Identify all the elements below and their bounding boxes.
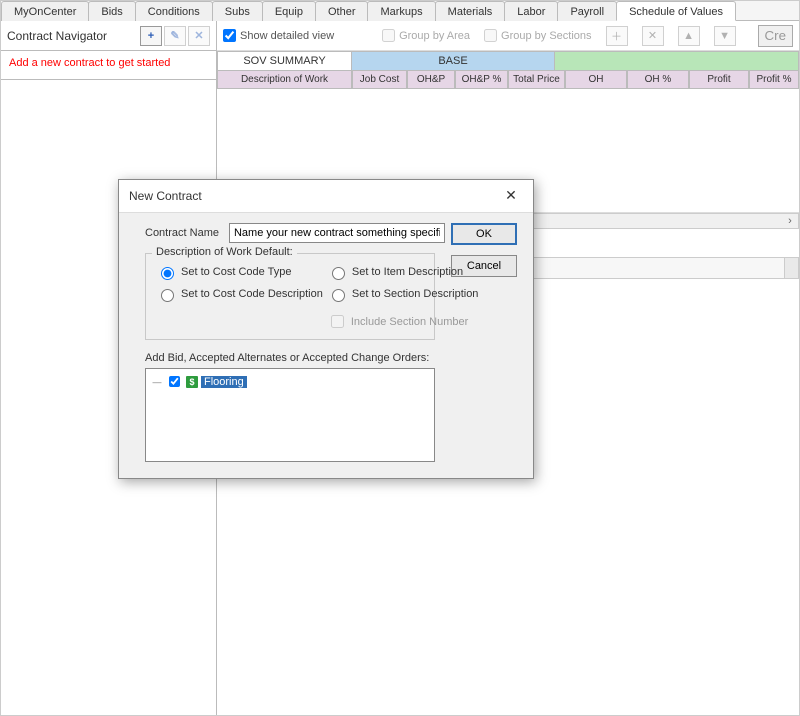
col-total-price[interactable]: Total Price (508, 71, 565, 89)
group-by-sections-input[interactable] (484, 29, 497, 42)
radio-section-desc-label: Set to Section Description (352, 288, 479, 300)
group-by-sections-label: Group by Sections (501, 30, 592, 42)
include-section-number-input (331, 315, 344, 328)
col-oh[interactable]: OH (565, 71, 627, 89)
tab-schedule-of-values[interactable]: Schedule of Values (616, 1, 736, 21)
contract-name-input[interactable] (229, 223, 445, 243)
dialog-body: OK Cancel Contract Name Description of W… (119, 213, 533, 478)
group-header-sov: SOV SUMMARY (217, 51, 352, 71)
group-header-base: BASE (352, 51, 555, 71)
description-default-legend: Description of Work Default: (152, 246, 297, 258)
radio-cost-code-type-input[interactable] (161, 267, 174, 280)
col-ohp[interactable]: OH&P (407, 71, 455, 89)
tab-other[interactable]: Other (315, 1, 369, 21)
tree-item-checkbox[interactable] (169, 376, 180, 387)
new-contract-dialog: New Contract ✕ OK Cancel Contract Name D… (118, 179, 534, 479)
radio-cost-code-desc-input[interactable] (161, 289, 174, 302)
sidebar-header: Contract Navigator + ✎ ✕ (1, 21, 216, 51)
tab-conditions[interactable]: Conditions (135, 1, 213, 21)
grid-group-header-row: SOV SUMMARY BASE (217, 51, 799, 71)
tab-labor[interactable]: Labor (504, 1, 558, 21)
radio-item-description-input[interactable] (332, 267, 345, 280)
group-by-area-checkbox[interactable]: Group by Area (382, 29, 470, 42)
group-by-area-label: Group by Area (399, 30, 470, 42)
include-section-number-label: Include Section Number (351, 316, 468, 328)
grid-column-header-row: Description of Work Job Cost OH&P OH&P %… (217, 71, 799, 89)
sidebar-toolbar: + ✎ ✕ (140, 26, 210, 46)
radio-section-desc-input[interactable] (332, 289, 345, 302)
add-bid-label: Add Bid, Accepted Alternates or Accepted… (145, 352, 515, 364)
group-header-rest (555, 51, 799, 71)
tree-expand-icon[interactable]: — (152, 377, 162, 387)
col-description[interactable]: Description of Work (217, 71, 352, 89)
sidebar-title: Contract Navigator (7, 29, 140, 43)
col-profit-pct[interactable]: Profit % (749, 71, 799, 89)
tree-item-flooring[interactable]: — $ Flooring (152, 373, 428, 390)
tab-strip: MyOnCenterBidsConditionsSubsEquipOtherMa… (1, 1, 799, 21)
scroll-right-arrow[interactable]: › (782, 215, 798, 227)
radio-item-description[interactable]: Set to Item Description (327, 264, 479, 280)
show-detailed-input[interactable] (223, 29, 236, 42)
col-profit[interactable]: Profit (689, 71, 749, 89)
radio-cost-code-desc[interactable]: Set to Cost Code Description (156, 286, 323, 302)
group-by-area-input[interactable] (382, 29, 395, 42)
lower-toolbar-end (784, 258, 798, 278)
add-row-button[interactable]: ＋ (606, 26, 628, 46)
radio-cost-code-type-label: Set to Cost Code Type (181, 266, 291, 278)
col-oh-pct[interactable]: OH % (627, 71, 689, 89)
show-detailed-checkbox[interactable]: Show detailed view (223, 29, 334, 42)
contract-name-row: Contract Name (145, 223, 445, 243)
main-toolbar: Show detailed view Group by Area Group b… (217, 21, 799, 51)
radio-section-desc[interactable]: Set to Section Description (327, 286, 479, 302)
move-up-button[interactable]: ▲ (678, 26, 700, 46)
description-default-radios: Set to Cost Code Type Set to Item Descri… (156, 264, 424, 331)
dialog-titlebar[interactable]: New Contract ✕ (119, 180, 533, 213)
edit-contract-button[interactable]: ✎ (164, 26, 186, 46)
dialog-title: New Contract (129, 189, 499, 203)
add-contract-button[interactable]: + (140, 26, 162, 46)
tab-materials[interactable]: Materials (435, 1, 506, 21)
ok-button[interactable]: OK (451, 223, 517, 245)
tab-subs[interactable]: Subs (212, 1, 263, 21)
tab-payroll[interactable]: Payroll (557, 1, 617, 21)
contract-name-label: Contract Name (145, 227, 219, 239)
tab-bids[interactable]: Bids (88, 1, 135, 21)
show-detailed-label: Show detailed view (240, 30, 334, 42)
tree-item-label: Flooring (201, 376, 247, 388)
radio-cost-code-desc-label: Set to Cost Code Description (181, 288, 323, 300)
radio-item-description-label: Set to Item Description (352, 266, 463, 278)
delete-row-button[interactable]: ✕ (642, 26, 664, 46)
tab-markups[interactable]: Markups (367, 1, 435, 21)
group-by-sections-checkbox[interactable]: Group by Sections (484, 29, 592, 42)
sidebar-empty-message: Add a new contract to get started (1, 51, 216, 75)
include-section-number: Include Section Number (327, 312, 479, 331)
delete-contract-button[interactable]: ✕ (188, 26, 210, 46)
col-job-cost[interactable]: Job Cost (352, 71, 407, 89)
tab-equip[interactable]: Equip (262, 1, 316, 21)
tab-myoncenter[interactable]: MyOnCenter (1, 1, 89, 21)
dollar-icon: $ (186, 376, 198, 388)
col-ohp-pct[interactable]: OH&P % (455, 71, 508, 89)
radio-cost-code-type[interactable]: Set to Cost Code Type (156, 264, 323, 280)
bid-tree[interactable]: — $ Flooring (145, 368, 435, 462)
close-icon[interactable]: ✕ (499, 186, 523, 206)
description-default-group: Description of Work Default: Set to Cost… (145, 253, 435, 340)
move-down-button[interactable]: ▼ (714, 26, 736, 46)
create-button[interactable]: Cre (758, 25, 793, 47)
